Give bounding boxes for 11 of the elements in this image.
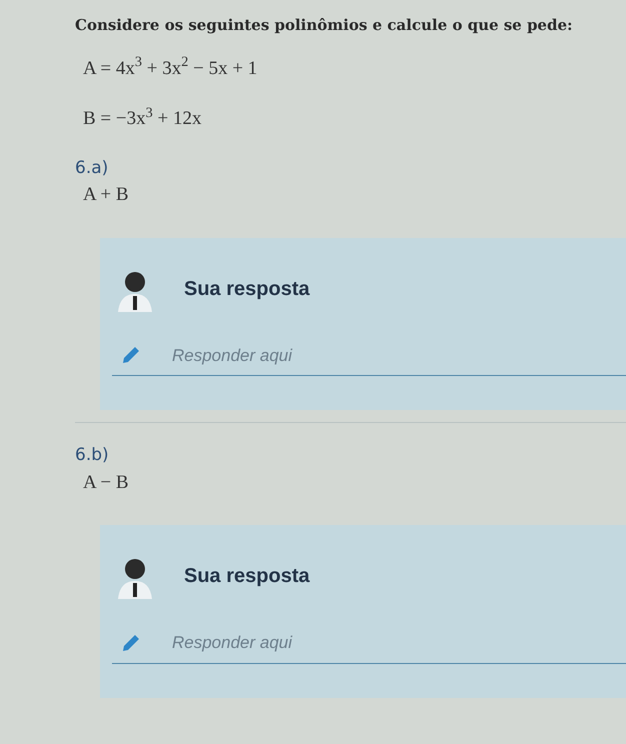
answer-title: Sua resposta — [184, 564, 310, 589]
question-expression: A + B — [83, 183, 130, 207]
answer-title: Sua resposta — [184, 276, 310, 302]
answer-field[interactable]: Responder aqui — [170, 342, 470, 369]
polynomial-formula: A = 4x$^{3}$ + 3x$^{2}$ − 5x + 1 — [83, 54, 258, 80]
question-number: 6.b) — [75, 444, 110, 467]
question-heading: Considere os seguintes polinômios e calcule o que se pede: — [75, 15, 574, 36]
question-expression: A − B — [83, 470, 130, 494]
question-number: 6.a) — [75, 156, 110, 180]
polynomial-formula: B = −3x$^{3}$ + 12x — [83, 105, 202, 131]
answer-field[interactable]: Responder aqui — [170, 629, 470, 656]
